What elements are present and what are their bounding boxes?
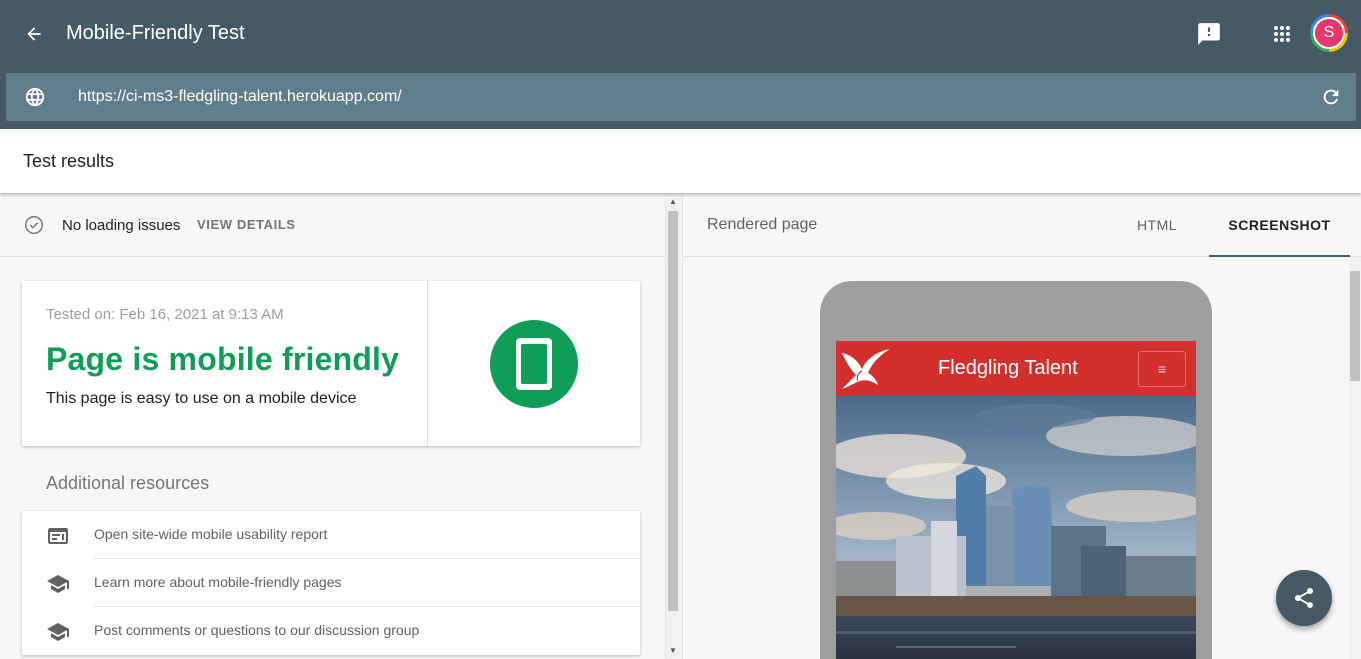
avatar-letter: S xyxy=(1313,17,1345,49)
resources-list: Open site-wide mobile usability report L… xyxy=(22,511,640,655)
tested-on-date: Tested on: Feb 16, 2021 at 9:13 AM xyxy=(46,306,284,323)
view-details-button[interactable]: VIEW DETAILS xyxy=(197,217,296,232)
loading-status-text: No loading issues xyxy=(62,217,181,234)
url-bar[interactable]: https://ci-ms3-fledgling-talent.herokuap… xyxy=(6,73,1356,121)
resource-label: Post comments or questions to our discus… xyxy=(94,622,420,638)
loading-status-row: No loading issues VIEW DETAILS xyxy=(0,193,665,257)
globe-icon xyxy=(24,86,46,108)
resource-usability-report[interactable]: Open site-wide mobile usability report xyxy=(22,511,640,559)
card-divider xyxy=(427,281,428,446)
verdict-subtitle: This page is easy to use on a mobile dev… xyxy=(46,390,357,407)
school-icon xyxy=(46,572,70,596)
scroll-down-icon[interactable]: ▼ xyxy=(669,646,677,655)
scroll-up-icon[interactable]: ▲ xyxy=(669,197,677,206)
phone-frame: Fledgling Talent ≡ xyxy=(820,281,1212,659)
preview-header: Rendered page HTML SCREENSHOT xyxy=(683,193,1361,257)
check-circle-icon xyxy=(23,214,45,236)
bird-logo-icon xyxy=(838,345,892,391)
rendered-screenshot: Fledgling Talent ≡ xyxy=(836,341,1196,659)
hamburger-menu-icon: ≡ xyxy=(1138,351,1186,387)
test-results-title: Test results xyxy=(23,151,115,171)
verdict-title: Page is mobile friendly xyxy=(46,341,400,377)
resource-label: Learn more about mobile-friendly pages xyxy=(94,574,342,590)
share-icon xyxy=(1295,588,1313,608)
results-pane: No loading issues VIEW DETAILS Tested on… xyxy=(0,193,665,659)
resource-label: Open site-wide mobile usability report xyxy=(94,526,328,542)
rendered-page-label: Rendered page xyxy=(707,216,818,233)
verdict-card: Tested on: Feb 16, 2021 at 9:13 AM Page … xyxy=(22,281,640,446)
site-title: Fledgling Talent xyxy=(938,357,1078,379)
back-arrow-icon[interactable] xyxy=(20,20,48,48)
left-scrollbar[interactable]: ▲ ▼ xyxy=(665,193,681,659)
url-text[interactable]: https://ci-ms3-fledgling-talent.herokuap… xyxy=(78,88,402,106)
additional-resources-title: Additional resources xyxy=(46,473,210,493)
test-results-bar: Test results xyxy=(0,129,1361,193)
app-header: Mobile-Friendly Test S https://ci-ms3-fl… xyxy=(0,0,1361,129)
resource-discussion-group[interactable]: Post comments or questions to our discus… xyxy=(22,607,640,655)
hero-cityscape-image xyxy=(836,396,1196,659)
right-scrollbar[interactable] xyxy=(1349,257,1361,659)
scrollbar-thumb[interactable] xyxy=(668,211,678,611)
share-button[interactable] xyxy=(1276,570,1332,626)
tab-html[interactable]: HTML xyxy=(1123,193,1191,257)
resource-learn-more[interactable]: Learn more about mobile-friendly pages xyxy=(22,559,640,607)
reload-icon[interactable] xyxy=(1320,86,1342,108)
feedback-icon[interactable] xyxy=(1196,21,1222,47)
school-icon xyxy=(46,620,70,644)
mobile-phone-icon xyxy=(490,320,578,408)
scrollbar-thumb[interactable] xyxy=(1350,271,1360,381)
tab-screenshot[interactable]: SCREENSHOT xyxy=(1209,193,1350,257)
apps-grid-icon[interactable] xyxy=(1270,22,1294,46)
preview-pane: Rendered page HTML SCREENSHOT Fledgling … xyxy=(682,193,1361,659)
app-title: Mobile-Friendly Test xyxy=(66,22,245,44)
report-icon xyxy=(46,524,70,548)
site-header: Fledgling Talent ≡ xyxy=(836,341,1196,396)
avatar[interactable]: S xyxy=(1310,14,1348,52)
